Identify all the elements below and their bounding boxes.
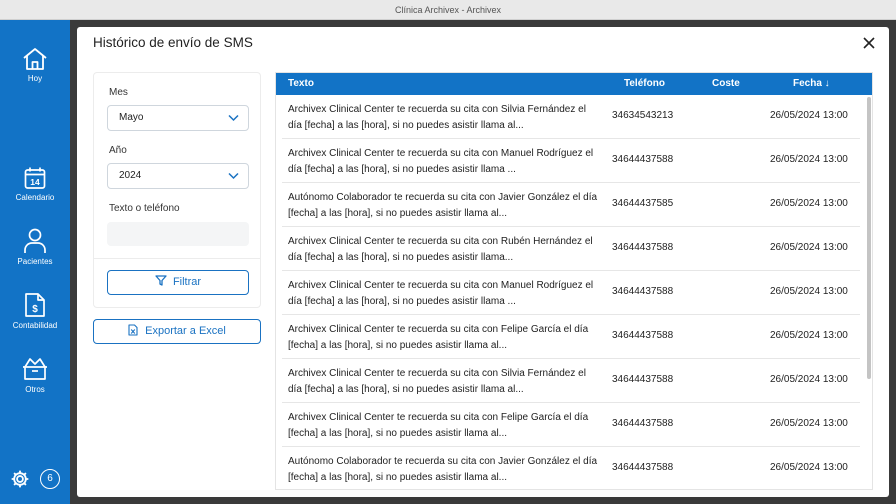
phone-number: 34644437585	[612, 198, 674, 209]
sidebar-item-otros[interactable]: Otros	[0, 356, 70, 394]
table-row[interactable]: Archivex Clinical Center te recuerda su …	[282, 315, 860, 359]
chevron-down-icon	[228, 172, 239, 180]
table-row[interactable]: Archivex Clinical Center te recuerda su …	[282, 403, 860, 447]
table-row[interactable]: Archivex Clinical Center te recuerda su …	[282, 227, 860, 271]
search-label: Texto o teléfono	[109, 203, 180, 214]
phone-number: 34634543213	[612, 110, 674, 121]
sent-date: 26/05/2024 13:00	[770, 154, 848, 165]
table-row[interactable]: Autónomo Colaborador te recuerda su cita…	[282, 447, 860, 489]
sidebar-item-label: Hoy	[27, 74, 43, 83]
sent-date: 26/05/2024 13:00	[770, 110, 848, 121]
excel-file-icon	[128, 324, 138, 336]
invoice-icon: $	[25, 293, 45, 317]
message-text: Archivex Clinical Center te recuerda su …	[288, 280, 594, 307]
window-title: Clínica Archivex - Archivex	[0, 0, 896, 20]
sent-date: 26/05/2024 13:00	[770, 462, 848, 473]
sidebar: Hoy 14 Calendario Pacientes $ Contabilid…	[0, 20, 70, 504]
sent-date: 26/05/2024 13:00	[770, 418, 848, 429]
table-header: Texto Teléfono Coste Fecha ↓	[276, 73, 872, 95]
sent-date: 26/05/2024 13:00	[770, 198, 848, 209]
home-icon	[23, 48, 47, 70]
column-header-date[interactable]: Fecha ↓	[793, 73, 830, 95]
table-row[interactable]: Archivex Clinical Center te recuerda su …	[282, 139, 860, 183]
sidebar-item-calendario[interactable]: 14 Calendario	[0, 166, 70, 202]
divider	[94, 258, 260, 259]
phone-number: 34644437588	[612, 374, 674, 385]
svg-text:$: $	[32, 304, 38, 315]
search-input[interactable]	[107, 222, 249, 246]
notification-badge[interactable]: 6	[40, 469, 60, 489]
message-text: Autónomo Colaborador te recuerda su cita…	[288, 456, 598, 483]
box-icon	[23, 358, 47, 380]
filter-panel: Mes Mayo Año 2024 Texto o teléfono Filtr…	[93, 72, 261, 308]
sidebar-item-label: Pacientes	[17, 257, 53, 266]
calendar-icon: 14	[24, 167, 46, 189]
filter-icon	[155, 275, 167, 286]
phone-number: 34644437588	[612, 330, 674, 341]
sidebar-item-contabilidad[interactable]: $ Contabilidad	[0, 292, 70, 330]
message-text: Archivex Clinical Center te recuerda su …	[288, 148, 594, 175]
sidebar-item-label: Otros	[25, 385, 45, 394]
message-text: Archivex Clinical Center te recuerda su …	[288, 412, 589, 439]
phone-number: 34644437588	[612, 418, 674, 429]
filter-button-label: Filtrar	[172, 276, 202, 288]
sent-date: 26/05/2024 13:00	[770, 374, 848, 385]
phone-number: 34644437588	[612, 462, 674, 473]
year-value: 2024	[119, 170, 142, 181]
sidebar-item-label: Calendario	[15, 193, 55, 202]
year-select[interactable]: 2024	[107, 163, 249, 189]
sent-date: 26/05/2024 13:00	[770, 242, 848, 253]
filter-button[interactable]: Filtrar	[107, 270, 249, 295]
sms-table: Texto Teléfono Coste Fecha ↓ Archivex Cl…	[275, 72, 873, 490]
message-text: Archivex Clinical Center te recuerda su …	[288, 368, 586, 395]
column-header-phone[interactable]: Teléfono	[624, 73, 665, 95]
table-row[interactable]: Autónomo Colaborador te recuerda su cita…	[282, 183, 860, 227]
scrollbar[interactable]	[867, 97, 871, 379]
message-text: Archivex Clinical Center te recuerda su …	[288, 324, 589, 351]
column-header-text[interactable]: Texto	[288, 73, 314, 95]
sent-date: 26/05/2024 13:00	[770, 286, 848, 297]
phone-number: 34644437588	[612, 242, 674, 253]
table-body: Archivex Clinical Center te recuerda su …	[276, 95, 866, 489]
month-label: Mes	[109, 87, 128, 98]
export-button-label: Exportar a Excel	[145, 325, 226, 337]
sidebar-item-pacientes[interactable]: Pacientes	[0, 228, 70, 266]
table-row[interactable]: Archivex Clinical Center te recuerda su …	[282, 359, 860, 403]
table-row[interactable]: Archivex Clinical Center te recuerda su …	[282, 95, 860, 139]
month-value: Mayo	[119, 112, 144, 123]
gear-icon[interactable]	[10, 469, 30, 489]
message-text: Archivex Clinical Center te recuerda su …	[288, 104, 586, 131]
calendar-day: 14	[30, 177, 40, 187]
sent-date: 26/05/2024 13:00	[770, 330, 848, 341]
table-row[interactable]: Archivex Clinical Center te recuerda su …	[282, 271, 860, 315]
column-header-cost[interactable]: Coste	[712, 73, 740, 95]
year-label: Año	[109, 145, 127, 156]
export-excel-button[interactable]: Exportar a Excel	[93, 319, 261, 344]
sidebar-item-hoy[interactable]: Hoy	[0, 47, 70, 83]
user-icon	[24, 228, 46, 253]
close-icon[interactable]	[861, 35, 877, 51]
chevron-down-icon	[228, 114, 239, 122]
sidebar-item-label: Contabilidad	[12, 321, 58, 330]
message-text: Autónomo Colaborador te recuerda su cita…	[288, 192, 598, 219]
month-select[interactable]: Mayo	[107, 105, 249, 131]
message-text: Archivex Clinical Center te recuerda su …	[288, 236, 593, 263]
phone-number: 34644437588	[612, 154, 674, 165]
phone-number: 34644437588	[612, 286, 674, 297]
sms-history-dialog: Histórico de envío de SMS Mes Mayo Año 2…	[77, 27, 889, 497]
modal-title: Histórico de envío de SMS	[93, 35, 253, 50]
